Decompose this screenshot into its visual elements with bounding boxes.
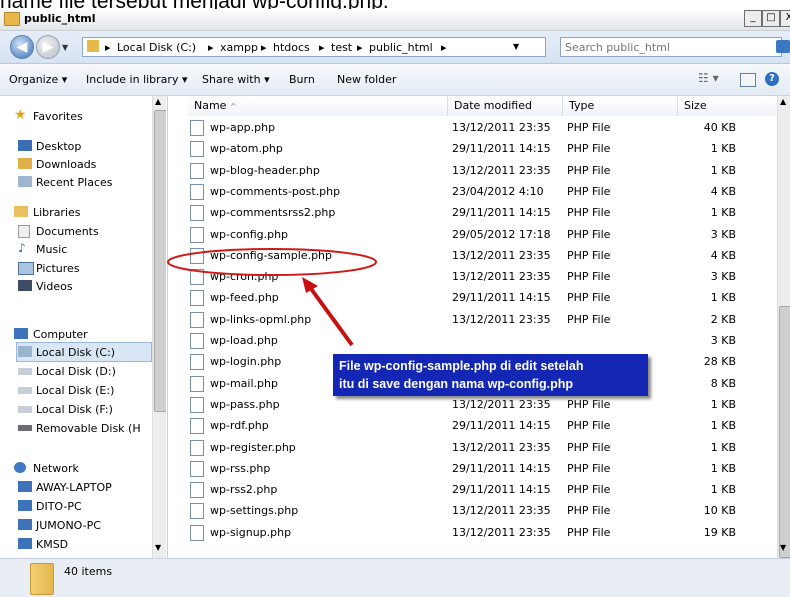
- explorer-window: public_html _ □ X ◀ ▶ ▼ ▸ Local Disk (C:…: [0, 9, 790, 597]
- highlight-ellipse: [167, 248, 377, 276]
- annotation-overlay: [167, 248, 377, 347]
- callout-line-2: itu di save dengan nama wp-config.php: [339, 377, 574, 391]
- arrow-head-icon: [302, 277, 318, 293]
- annotation-callout: File wp-config-sample.php di edit setela…: [333, 354, 648, 396]
- callout-arrow: [307, 284, 354, 347]
- callout-line-1: File wp-config-sample.php di edit setela…: [339, 359, 584, 373]
